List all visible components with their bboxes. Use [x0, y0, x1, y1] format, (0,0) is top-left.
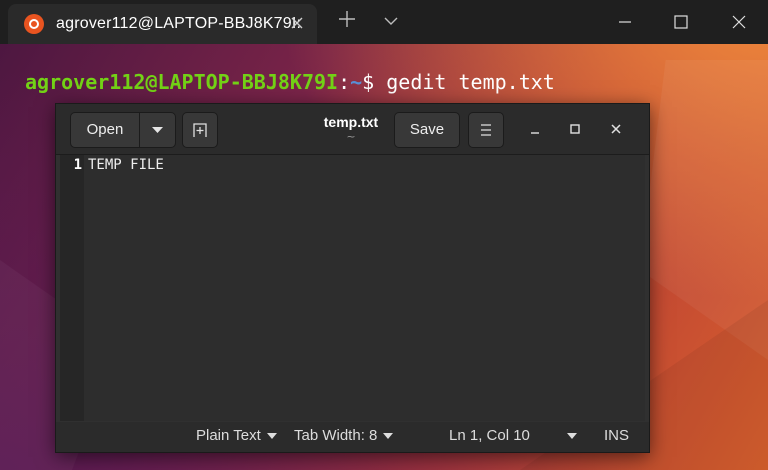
prompt-command: gedit temp.txt: [386, 70, 555, 94]
gedit-maximize-icon[interactable]: [564, 118, 586, 140]
close-window-icon[interactable]: [724, 8, 754, 36]
plus-icon[interactable]: [336, 10, 358, 34]
maximize-icon[interactable]: [666, 8, 696, 36]
minimize-icon[interactable]: [610, 8, 640, 36]
position-dropdown[interactable]: [561, 427, 577, 444]
language-selector[interactable]: Plain Text: [196, 427, 277, 444]
new-tab-button[interactable]: [182, 112, 218, 148]
tab-width-label: Tab Width: 8: [294, 427, 378, 444]
gedit-status-bar: Plain Text Tab Width: 8 Ln 1, Col 10 INS: [56, 422, 649, 452]
prompt-user-host: agrover112@LAPTOP-BBJ8K79I: [25, 70, 339, 94]
open-button[interactable]: Open: [71, 113, 139, 147]
gedit-window: Open temp.txt ~ Save 1 TEMP FILE Plain T…: [55, 103, 650, 453]
insert-mode-indicator: INS: [604, 427, 630, 444]
new-tab-icon: [193, 123, 207, 137]
ubuntu-logo-icon: [24, 14, 44, 34]
open-recent-dropdown-button[interactable]: [140, 113, 175, 147]
caret-down-icon: [567, 433, 577, 440]
document-path: ~: [346, 130, 356, 143]
line-number: 1: [73, 157, 82, 173]
hamburger-menu-button[interactable]: [468, 112, 504, 148]
caret-down-icon: [266, 433, 277, 440]
terminal-tab[interactable]: agrover112@LAPTOP-BBJ8K79I:: [8, 4, 317, 44]
open-button-group: Open: [70, 112, 176, 148]
terminal-tab-bar: agrover112@LAPTOP-BBJ8K79I:: [0, 0, 768, 44]
line-number-gutter: 1: [60, 155, 84, 421]
language-label: Plain Text: [196, 427, 261, 444]
tab-width-selector[interactable]: Tab Width: 8: [294, 427, 394, 444]
text-editor-area[interactable]: 1 TEMP FILE: [60, 155, 645, 421]
gedit-close-icon[interactable]: [605, 118, 627, 140]
terminal-prompt-line: agrover112@LAPTOP-BBJ8K79I:~$ gedit temp…: [25, 70, 555, 94]
cursor-position[interactable]: Ln 1, Col 10: [449, 427, 530, 444]
gedit-header-bar: Open temp.txt ~ Save: [56, 104, 649, 155]
prompt-path: ~: [350, 70, 363, 94]
document-title: temp.txt: [323, 114, 379, 130]
prompt-dollar: $: [362, 70, 375, 94]
prompt-colon: :: [338, 70, 351, 94]
save-button[interactable]: Save: [394, 112, 460, 148]
text-line[interactable]: TEMP FILE: [88, 157, 164, 173]
chevron-down-icon[interactable]: [382, 12, 400, 32]
caret-down-icon: [383, 433, 394, 440]
close-icon[interactable]: [286, 12, 308, 34]
terminal-tab-title: agrover112@LAPTOP-BBJ8K79I:: [56, 15, 302, 32]
gedit-minimize-icon[interactable]: [524, 118, 546, 140]
hamburger-menu-icon: [481, 124, 491, 136]
